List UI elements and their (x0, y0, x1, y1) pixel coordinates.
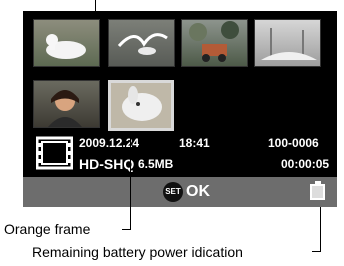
thumbnail-rabbit-image (122, 86, 162, 121)
thumbnail-5[interactable] (33, 80, 100, 128)
film-icon (36, 136, 73, 170)
orange-frame-callout-horizontal (122, 229, 131, 230)
thumbnail-bird-image (117, 33, 168, 55)
file-number: 100-0006 (268, 136, 319, 150)
set-button-icon[interactable]: SET (163, 182, 183, 202)
thumbnail-4[interactable] (254, 19, 321, 67)
recording-time: 18:41 (179, 136, 210, 150)
thumbnail-trees-image (189, 21, 239, 62)
thumbnail-3[interactable] (181, 19, 248, 67)
orange-frame-callout-line (130, 131, 131, 229)
file-size: 6.5MB (138, 157, 174, 171)
camera-screen: 2009.12.24 18:41 100-0006 HD-SHQ 6.5MB 0… (23, 11, 337, 207)
orange-frame-label: Orange frame (4, 221, 91, 237)
battery-label: Remaining battery power idication (32, 244, 243, 260)
orange-frame-selected-thumbnail[interactable] (108, 80, 174, 131)
video-mode: HD-SHQ (79, 156, 135, 172)
callout-top-line (95, 0, 96, 11)
thumbnail-duck-image (46, 34, 86, 59)
duration: 00:00:05 (281, 157, 330, 171)
ok-label: OK (186, 183, 210, 200)
battery-callout-line (320, 207, 321, 251)
thumbnail-2[interactable] (108, 19, 175, 67)
thumbnail-snow-image (261, 28, 317, 60)
thumbnail-portrait-image (48, 90, 82, 127)
battery-callout-horizontal (312, 251, 321, 252)
thumbnail-1[interactable] (33, 19, 100, 67)
bottom-status-bar: SET OK (23, 177, 337, 207)
battery-icon (310, 181, 325, 200)
